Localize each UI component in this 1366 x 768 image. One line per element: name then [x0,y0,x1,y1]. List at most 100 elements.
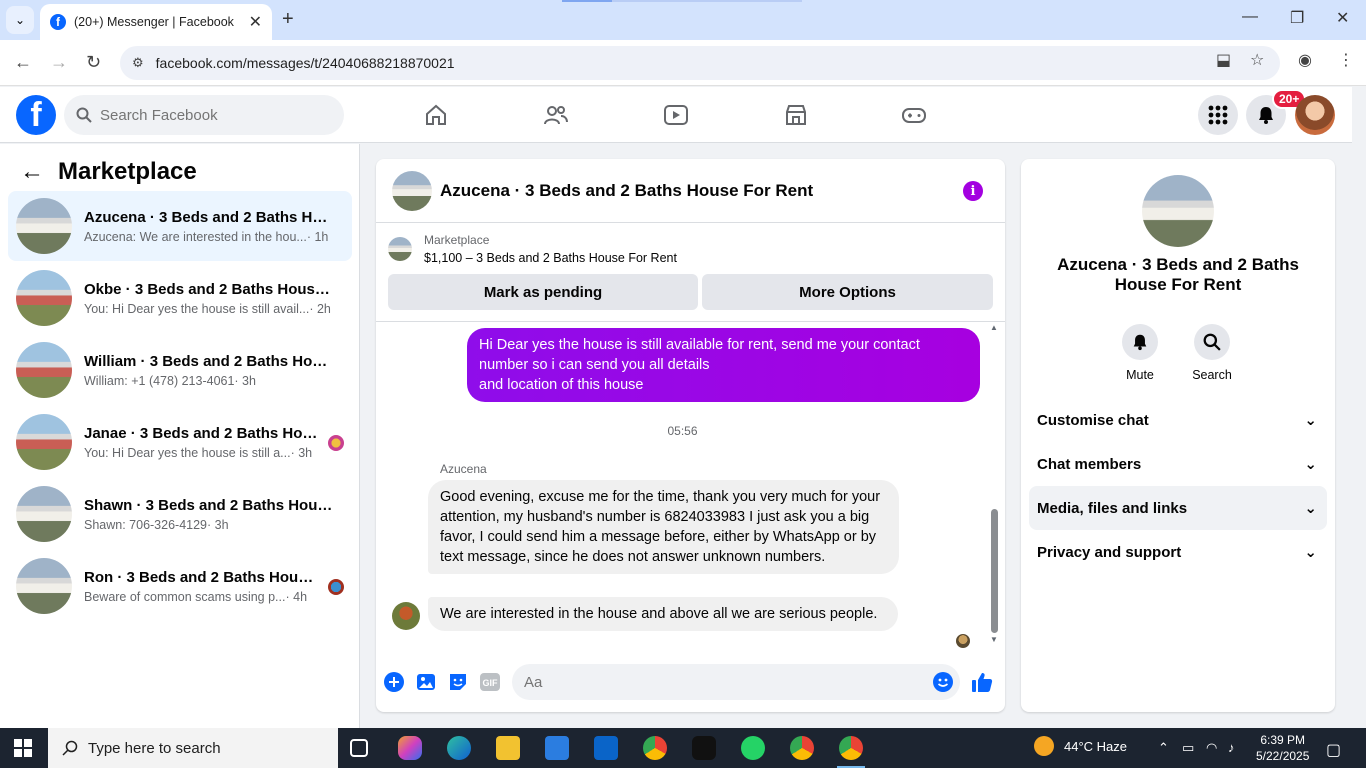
conversation-item[interactable]: Janae · 3 Beds and 2 Baths Hous... You: … [8,407,352,477]
incoming-message[interactable]: We are interested in the house and above… [428,597,898,631]
chat-avatar[interactable] [392,170,432,211]
copilot-icon[interactable] [398,736,422,760]
task-view-icon[interactable] [350,739,368,757]
chevron-up-icon[interactable]: ⌃ [1158,740,1169,756]
store-icon[interactable] [545,736,569,760]
incoming-message[interactable]: Good evening, excuse me for the time, th… [428,480,899,574]
browser-tab[interactable]: f (20+) Messenger | Facebook ✕ [40,4,272,40]
forward-icon[interactable]: → [50,52,68,73]
chat-scrollbar-thumb[interactable] [991,509,998,633]
scroll-down-arrow-icon[interactable]: ▼ [990,635,998,644]
chat-profile-avatar[interactable] [1142,175,1214,247]
conversation-title: Janae · 3 Beds and 2 Baths Hous... [84,424,320,442]
page-scrollbar[interactable] [1352,87,1366,728]
menu-grid-icon[interactable] [1198,95,1238,135]
conversation-item[interactable]: Shawn · 3 Beds and 2 Baths House... Shaw… [8,479,352,549]
listing-thumbnail [16,486,72,542]
tab-close-icon[interactable]: ✕ [249,12,262,32]
search-icon [62,740,78,756]
back-icon[interactable]: ← [14,52,32,73]
marketplace-icon[interactable] [782,101,810,129]
close-window-icon[interactable]: ✕ [1336,8,1349,28]
conversation-title: Ron · 3 Beds and 2 Baths House ... [84,568,320,586]
plus-circle-icon[interactable] [383,671,405,693]
battery-icon[interactable]: ▭ [1182,740,1194,756]
volume-icon[interactable]: ♪ [1228,740,1235,755]
facebook-logo-icon[interactable]: f [16,95,56,135]
mark-as-pending-button[interactable]: Mark as pending [388,274,698,310]
tab-search-chevron-icon[interactable]: ⌄ [6,6,34,34]
chat-title[interactable]: Azucena · 3 Beds and 2 Baths House For R… [440,181,813,201]
photo-icon[interactable] [415,671,437,693]
facebook-header: f 20+ [0,87,1352,143]
gif-label: GIF [483,678,499,688]
conversation-preview: Azucena: We are interested in the hou... [84,229,307,244]
mute-label: Mute [1126,368,1154,382]
back-arrow-icon[interactable]: ← [20,158,44,186]
wifi-icon[interactable]: ◠ [1206,740,1217,756]
privacy-support-row[interactable]: Privacy and support ⌄ [1029,530,1327,574]
customise-chat-row[interactable]: Customise chat ⌄ [1029,398,1327,442]
tab-indicator [612,0,802,2]
new-tab-icon[interactable]: + [282,8,294,31]
media-files-links-row[interactable]: Media, files and links ⌄ [1029,486,1327,530]
conversation-item[interactable]: Okbe · 3 Beds and 2 Baths House ... You:… [8,263,352,333]
reload-icon[interactable]: ↻ [86,52,101,73]
conversation-title: William · 3 Beds and 2 Baths Hous... [84,352,334,370]
whatsapp-icon[interactable] [741,736,765,760]
account-avatar[interactable] [1295,95,1335,135]
tiktok-icon[interactable] [692,736,716,760]
message-input[interactable] [512,664,960,700]
facebook-search[interactable] [64,95,344,135]
clock[interactable]: 6:39 PM 5/22/2025 [1256,732,1309,764]
chrome-icon[interactable] [643,736,667,760]
like-thumb-icon[interactable] [971,671,993,693]
chat-members-row[interactable]: Chat members ⌄ [1029,442,1327,486]
weather-widget[interactable]: 44°C Haze [1034,736,1127,756]
video-icon[interactable] [662,101,690,129]
conversation-item[interactable]: William · 3 Beds and 2 Baths Hous... Wil… [8,335,352,405]
search-chat-button[interactable]: Search [1182,324,1242,382]
outlook-icon[interactable] [594,736,618,760]
facebook-search-input[interactable] [100,106,320,124]
friends-icon[interactable] [542,101,570,129]
profile-icon[interactable]: ◉ [1298,50,1312,70]
gaming-icon[interactable] [900,101,928,129]
notifications-center-icon[interactable]: ▢ [1326,740,1341,760]
listing-summary[interactable]: Marketplace $1,100 – 3 Beds and 2 Baths … [388,233,677,265]
emoji-icon[interactable] [932,671,954,693]
conversation-list-pane: ← Marketplace Azucena · 3 Beds and 2 Bat… [0,144,360,728]
sticker-icon[interactable] [447,671,469,693]
chrome-profile-icon[interactable] [790,736,814,760]
browser-tab-bar: ⌄ f (20+) Messenger | Facebook ✕ + — ❐ ✕ [0,0,1366,40]
home-icon[interactable] [422,101,450,129]
row-label: Customise chat [1037,411,1149,429]
edge-icon[interactable] [447,736,471,760]
conversation-time: · 3h [207,517,229,532]
minimize-icon[interactable]: — [1242,8,1258,26]
sun-icon [1034,736,1054,756]
gif-icon[interactable]: GIF [479,671,501,693]
taskbar-search[interactable]: Type here to search [48,728,338,768]
bookmark-star-icon[interactable]: ☆ [1250,50,1264,70]
install-app-icon[interactable]: ⬓ [1216,50,1231,70]
site-settings-icon[interactable]: ⚙ [132,55,144,71]
chrome-active-icon[interactable] [839,736,863,760]
browser-menu-icon[interactable]: ⋮ [1338,50,1354,70]
info-icon[interactable]: i [963,181,983,201]
windows-start-icon[interactable] [14,739,32,757]
file-explorer-icon[interactable] [496,736,520,760]
row-label: Privacy and support [1037,543,1182,561]
restore-icon[interactable]: ❐ [1290,8,1304,28]
url-field[interactable]: ⚙ facebook.com/messages/t/24040688218870… [120,46,1280,80]
conversation-item[interactable]: Ron · 3 Beds and 2 Baths House ... Bewar… [8,551,352,621]
more-options-button[interactable]: More Options [702,274,993,310]
mute-button[interactable]: Mute [1110,324,1170,382]
conversation-item[interactable]: Azucena · 3 Beds and 2 Baths Hou... Azuc… [8,191,352,261]
scroll-up-arrow-icon[interactable]: ▲ [990,323,998,332]
conversation-preview: William: +1 (478) 213-4061 [84,373,235,388]
sender-avatar[interactable] [392,602,420,630]
message-timestamp: 05:56 [667,424,698,438]
outgoing-message[interactable]: Hi Dear yes the house is still available… [467,328,980,402]
conversation-title: Okbe · 3 Beds and 2 Baths House ... [84,280,334,298]
